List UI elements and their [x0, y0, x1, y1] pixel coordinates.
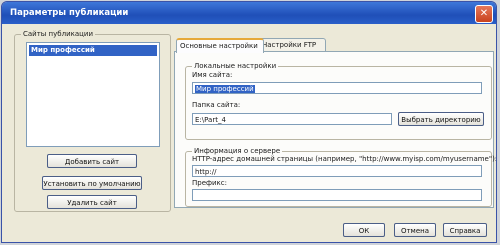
window-title: Параметры публикации	[10, 8, 129, 18]
local-settings-legend: Локальные настройки	[194, 62, 277, 70]
publish-settings-dialog: Параметры публикации ✕ Сайты публикации …	[1, 1, 497, 243]
tab-panel-basic: Локальные настройки Имя сайта: Мир профе…	[174, 51, 496, 208]
settings-tabs: Основные настройки Настройки FTP Локальн…	[174, 38, 496, 208]
server-info-legend: Информация о сервере	[194, 147, 281, 155]
help-button[interactable]: Справка	[443, 223, 487, 237]
title-bar: Параметры публикации	[2, 2, 496, 24]
sites-group-legend: Сайты публикации	[23, 30, 93, 38]
set-default-button[interactable]: Установить по умолчанию	[42, 176, 142, 190]
server-info-group: Информация о сервере HTTP-адрес домашней…	[185, 147, 496, 207]
tab-basic-settings[interactable]: Основные настройки	[176, 38, 264, 53]
ok-button[interactable]: ОК	[343, 223, 385, 237]
prefix-label: Префикс:	[192, 179, 227, 187]
local-settings-group: Локальные настройки Имя сайта: Мир профе…	[185, 62, 492, 140]
site-name-label: Имя сайта:	[192, 71, 233, 79]
close-icon[interactable]: ✕	[475, 5, 493, 23]
browse-directory-button[interactable]: Выбрать директорию	[398, 112, 484, 126]
list-item[interactable]: Мир профессий	[29, 45, 157, 56]
sites-list[interactable]: Мир профессий	[26, 42, 160, 147]
homepage-url-label: HTTP-адрес домашней страницы (например, …	[192, 155, 497, 163]
homepage-url-field[interactable]: http://	[192, 165, 482, 177]
prefix-field[interactable]	[192, 189, 482, 201]
tab-ftp-settings[interactable]: Настройки FTP	[258, 38, 326, 52]
sites-group: Сайты публикации Мир профессий Добавить …	[14, 30, 171, 212]
site-folder-field[interactable]: E:\Part_4	[192, 113, 392, 125]
cancel-button[interactable]: Отмена	[394, 223, 436, 237]
site-name-field[interactable]: Мир профессий	[192, 82, 482, 94]
delete-site-button[interactable]: Удалить сайт	[47, 195, 137, 209]
site-folder-label: Папка сайта:	[192, 101, 241, 109]
site-name-value: Мир профессий	[195, 85, 255, 93]
add-site-button[interactable]: Добавить сайт	[47, 154, 137, 168]
